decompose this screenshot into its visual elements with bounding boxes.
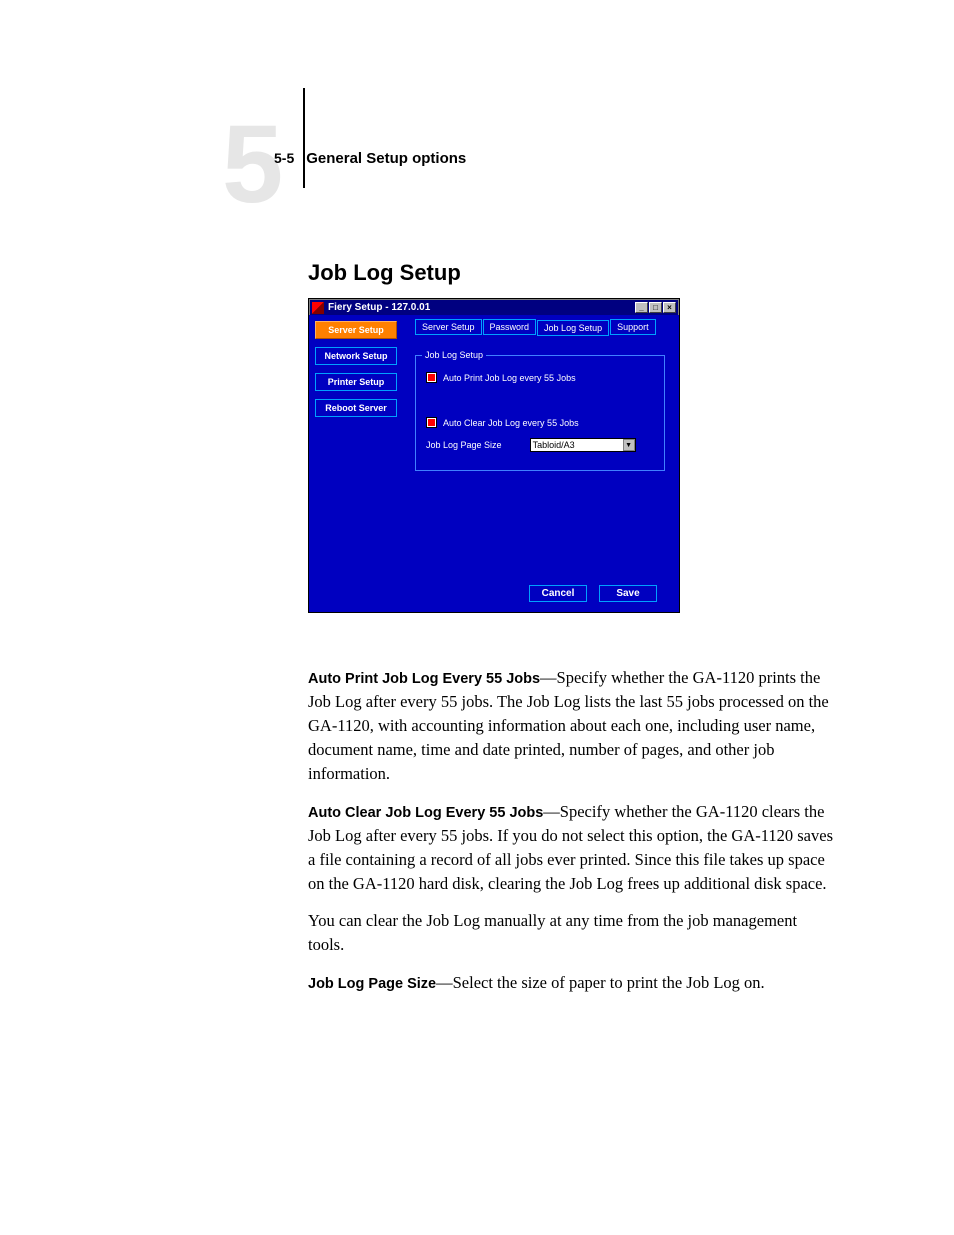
auto-print-label: Auto Print Job Log every 55 Jobs xyxy=(443,373,576,383)
paragraph-page-size: Job Log Page Size—Select the size of pap… xyxy=(308,971,836,995)
text-page-size: —Select the size of paper to print the J… xyxy=(436,973,765,992)
setup-window: Fiery Setup - 127.0.01 _ □ × Server Setu… xyxy=(308,298,680,613)
panel-legend: Job Log Setup xyxy=(422,350,486,360)
app-icon xyxy=(312,302,324,314)
close-button[interactable]: × xyxy=(663,302,676,313)
tab-support[interactable]: Support xyxy=(610,319,656,335)
tab-password[interactable]: Password xyxy=(483,319,537,335)
running-title: General Setup options xyxy=(306,150,466,167)
bold-auto-print: Auto Print Job Log Every 55 Jobs xyxy=(308,671,540,687)
sidebar-server-setup[interactable]: Server Setup xyxy=(315,321,397,339)
page-size-label: Job Log Page Size xyxy=(426,440,502,450)
tab-job-log-setup[interactable]: Job Log Setup xyxy=(537,320,609,336)
job-log-panel: Job Log Setup Auto Print Job Log every 5… xyxy=(415,355,665,471)
page-size-value: Tabloid/A3 xyxy=(533,440,575,450)
tab-server-setup[interactable]: Server Setup xyxy=(415,319,482,335)
body-text: Auto Print Job Log Every 55 Jobs—Specify… xyxy=(308,666,836,1009)
auto-print-checkbox[interactable] xyxy=(426,372,437,383)
save-button[interactable]: Save xyxy=(599,585,657,602)
bold-page-size: Job Log Page Size xyxy=(308,976,436,992)
titlebar: Fiery Setup - 127.0.01 _ □ × xyxy=(309,299,679,315)
chevron-down-icon: ▼ xyxy=(623,439,635,451)
sidebar-printer-setup[interactable]: Printer Setup xyxy=(315,373,397,391)
window-body: Server Setup Network Setup Printer Setup… xyxy=(309,315,679,612)
page-header: 5-5 General Setup options xyxy=(274,150,466,167)
page-size-select[interactable]: Tabloid/A3 ▼ xyxy=(530,438,636,452)
auto-clear-checkbox[interactable] xyxy=(426,417,437,428)
cancel-button[interactable]: Cancel xyxy=(529,585,587,602)
window-footer: Cancel Save xyxy=(309,577,679,612)
bold-auto-clear: Auto Clear Job Log Every 55 Jobs xyxy=(308,805,543,821)
sidebar-network-setup[interactable]: Network Setup xyxy=(315,347,397,365)
section-title: Job Log Setup xyxy=(308,260,461,286)
header-rule xyxy=(303,88,305,188)
tabs: Server Setup Password Job Log Setup Supp… xyxy=(415,319,673,335)
auto-clear-label: Auto Clear Job Log every 55 Jobs xyxy=(443,418,579,428)
paragraph-manual-clear: You can clear the Job Log manually at an… xyxy=(308,909,836,957)
window-title: Fiery Setup - 127.0.01 xyxy=(328,302,430,313)
maximize-button[interactable]: □ xyxy=(649,302,662,313)
paragraph-auto-clear: Auto Clear Job Log Every 55 Jobs—Specify… xyxy=(308,800,836,896)
paragraph-auto-print: Auto Print Job Log Every 55 Jobs—Specify… xyxy=(308,666,836,786)
main-panel-area: Server Setup Password Job Log Setup Supp… xyxy=(401,315,679,577)
page-ref: 5-5 xyxy=(274,150,294,166)
sidebar-reboot-server[interactable]: Reboot Server xyxy=(315,399,397,417)
sidebar: Server Setup Network Setup Printer Setup… xyxy=(309,315,401,577)
minimize-button[interactable]: _ xyxy=(635,302,648,313)
